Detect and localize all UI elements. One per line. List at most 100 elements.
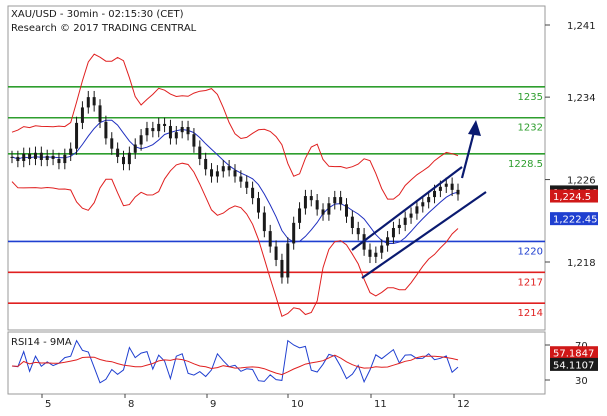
candle-body xyxy=(104,121,108,139)
candle-body xyxy=(251,187,255,199)
candle-body xyxy=(298,208,302,223)
candle-body xyxy=(75,122,79,149)
chart-source: Research © 2017 TRADING CENTRAL xyxy=(11,23,197,34)
price-tag-label: 1,224.5 xyxy=(553,192,591,203)
candle-body xyxy=(186,127,190,135)
candle-body xyxy=(157,123,161,132)
candle-body xyxy=(415,206,419,214)
candle-body xyxy=(127,152,131,165)
x-tick-label: 9 xyxy=(210,399,216,410)
candle-body xyxy=(151,128,155,132)
level-label-0: 1235 xyxy=(518,92,543,103)
candle-body xyxy=(51,155,55,159)
x-tick-label: 12 xyxy=(457,399,470,410)
candle-body xyxy=(386,237,390,246)
candle-body xyxy=(69,148,73,155)
candle-body xyxy=(368,249,372,257)
candle-body xyxy=(350,216,354,228)
candle-body xyxy=(116,148,120,157)
level-label-1: 1232 xyxy=(518,123,543,134)
candle-body xyxy=(450,183,454,190)
candle-body xyxy=(327,203,331,215)
x-tick-label: 8 xyxy=(128,399,134,410)
candle-body xyxy=(92,97,96,106)
candle-body xyxy=(427,197,431,203)
candle-body xyxy=(421,202,425,207)
price-tick-label: 1,234 xyxy=(567,93,596,104)
candle-body xyxy=(139,135,143,145)
candle-body xyxy=(221,166,225,172)
price-tick-label: 1,218 xyxy=(567,258,596,269)
candle-body xyxy=(110,138,114,149)
level-label-3: 1220 xyxy=(518,246,543,257)
candle-body xyxy=(10,156,14,158)
price-tag-label: 1,222.45 xyxy=(553,215,598,226)
candle-body xyxy=(268,231,272,247)
chart-background xyxy=(0,0,607,416)
candle-body xyxy=(239,176,243,182)
candle-body xyxy=(274,246,278,260)
chart-title: XAU/USD - 30min - 02:15:30 (CET) xyxy=(11,9,184,20)
candle-body xyxy=(292,222,296,244)
candle-body xyxy=(333,197,337,204)
price-tick-label: 1,226 xyxy=(567,176,596,187)
candle-body xyxy=(315,200,319,210)
price-tick-label: 1,241 xyxy=(567,21,596,32)
candle-body xyxy=(45,155,49,160)
candle-body xyxy=(233,170,237,177)
candle-body xyxy=(345,204,348,217)
candle-body xyxy=(198,146,202,159)
candle-body xyxy=(403,217,407,225)
candle-body xyxy=(438,186,442,191)
candle-body xyxy=(262,212,266,232)
candle-body xyxy=(163,123,167,126)
x-tick-label: 5 xyxy=(45,399,51,410)
candle-body xyxy=(456,189,460,195)
candle-body xyxy=(321,209,325,215)
candle-body xyxy=(57,158,61,164)
candle-body xyxy=(339,197,343,205)
candle-body xyxy=(391,227,395,238)
candle-body xyxy=(192,134,196,147)
candle-body xyxy=(33,152,37,159)
price-chart: 1235 1232 1228.5 1220 1217 1214 RSI14 - 9MA 1… xyxy=(0,0,607,416)
candle-body xyxy=(280,259,284,278)
candle-body xyxy=(245,181,249,188)
candle-body xyxy=(168,125,172,139)
rsi-label: RSI14 - 9MA xyxy=(11,337,72,348)
candle-body xyxy=(145,128,149,136)
candle-body xyxy=(28,153,32,159)
candle-body xyxy=(180,127,184,133)
candle-body xyxy=(227,166,231,171)
candle-body xyxy=(210,169,214,177)
candle-body xyxy=(286,243,290,278)
candle-body xyxy=(204,158,208,170)
candle-body xyxy=(409,213,413,218)
candle-body xyxy=(374,252,378,257)
candle-body xyxy=(444,183,448,187)
x-tick-label: 10 xyxy=(291,399,304,410)
candle-body xyxy=(380,245,384,253)
level-label-4: 1217 xyxy=(518,277,543,288)
candle-body xyxy=(39,152,43,160)
candle-body xyxy=(433,190,437,198)
rsi-tag-label: 54.1107 xyxy=(553,360,594,371)
candle-body xyxy=(63,154,67,164)
level-label-2: 1228.5 xyxy=(508,159,543,170)
candle-body xyxy=(356,227,360,235)
candle-body xyxy=(16,156,20,162)
candle-body xyxy=(80,107,84,123)
x-tick-label: 11 xyxy=(374,399,387,410)
candle-body xyxy=(215,171,219,177)
candle-body xyxy=(122,156,125,165)
candle-body xyxy=(22,153,26,162)
rsi-tick-label: 30 xyxy=(575,376,588,387)
candle-body xyxy=(98,105,102,122)
level-label-5: 1214 xyxy=(518,308,543,319)
candle-body xyxy=(174,132,178,139)
candle-body xyxy=(256,198,260,213)
candle-body xyxy=(86,97,90,108)
candle-body xyxy=(309,196,313,201)
candle-body xyxy=(133,144,137,153)
candle-body xyxy=(397,224,401,228)
